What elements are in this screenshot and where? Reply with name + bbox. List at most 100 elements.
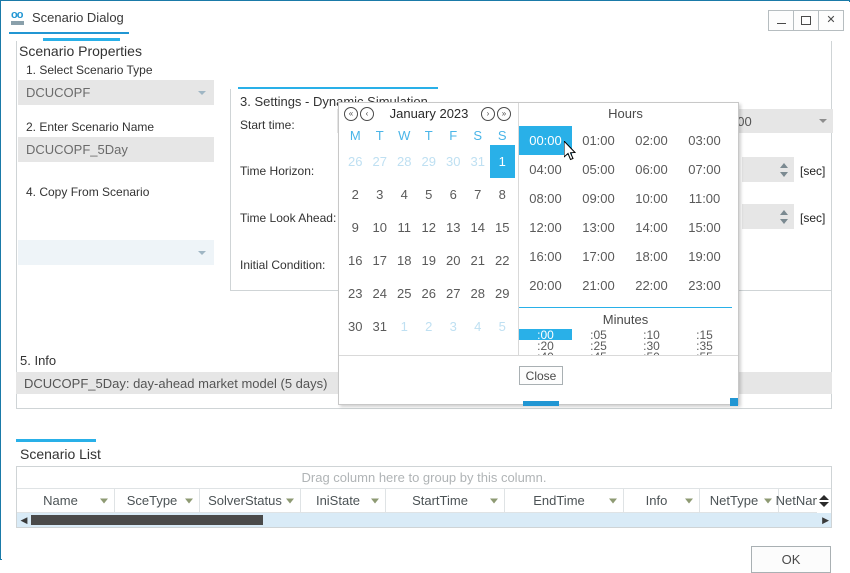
calendar-day[interactable]: 5 bbox=[417, 178, 442, 211]
hour-cell[interactable]: 18:00 bbox=[625, 242, 678, 271]
calendar-day[interactable]: 2 bbox=[417, 310, 442, 343]
calendar-day[interactable]: 12 bbox=[417, 211, 442, 244]
calendar-day[interactable]: 10 bbox=[368, 211, 393, 244]
calendar-day[interactable]: 25 bbox=[392, 277, 417, 310]
calendar-day[interactable]: 4 bbox=[466, 310, 491, 343]
next-month-button[interactable]: › bbox=[481, 107, 495, 121]
hour-cell[interactable]: 16:00 bbox=[519, 242, 572, 271]
hour-cell[interactable]: 13:00 bbox=[572, 213, 625, 242]
hour-cell[interactable]: 06:00 bbox=[625, 155, 678, 184]
calendar-day[interactable]: 1 bbox=[392, 310, 417, 343]
hour-cell[interactable]: 19:00 bbox=[678, 242, 731, 271]
calendar-day[interactable]: 31 bbox=[466, 145, 491, 178]
calendar-day[interactable]: 29 bbox=[417, 145, 442, 178]
hour-cell[interactable]: 12:00 bbox=[519, 213, 572, 242]
hour-cell[interactable]: 04:00 bbox=[519, 155, 572, 184]
scenario-type-select[interactable]: DCUCOPF bbox=[18, 80, 214, 105]
calendar-day[interactable]: 26 bbox=[343, 145, 368, 178]
calendar-day[interactable]: 17 bbox=[368, 244, 393, 277]
scroll-left-icon[interactable]: ◀ bbox=[17, 516, 31, 525]
calendar-day[interactable]: 5 bbox=[490, 310, 515, 343]
scenario-name-input[interactable]: DCUCOPF_5Day bbox=[18, 137, 214, 162]
calendar-day[interactable]: 26 bbox=[417, 277, 442, 310]
copy-from-scenario-select[interactable] bbox=[18, 240, 214, 265]
grid-column-header[interactable]: Info bbox=[624, 489, 700, 512]
hour-cell[interactable]: 02:00 bbox=[625, 126, 678, 155]
hour-cell[interactable]: 22:00 bbox=[625, 271, 678, 300]
hour-cell[interactable]: 03:00 bbox=[678, 126, 731, 155]
calendar-day[interactable]: 30 bbox=[441, 145, 466, 178]
calendar-day[interactable]: 19 bbox=[417, 244, 442, 277]
calendar-day[interactable]: 6 bbox=[441, 178, 466, 211]
hour-cell[interactable]: 08:00 bbox=[519, 184, 572, 213]
filter-icon[interactable] bbox=[490, 498, 498, 503]
hour-cell[interactable]: 05:00 bbox=[572, 155, 625, 184]
calendar-day[interactable]: 21 bbox=[466, 244, 491, 277]
calendar-day[interactable]: 11 bbox=[392, 211, 417, 244]
grid-row-height-control[interactable] bbox=[817, 489, 831, 513]
calendar-day[interactable]: 27 bbox=[368, 145, 393, 178]
close-button[interactable]: ✕ bbox=[818, 10, 844, 31]
time-look-ahead-stepper[interactable] bbox=[742, 204, 794, 229]
calendar-day-selected[interactable]: 1 bbox=[490, 145, 515, 178]
hour-cell[interactable]: 09:00 bbox=[572, 184, 625, 213]
calendar-day[interactable]: 20 bbox=[441, 244, 466, 277]
next-year-button[interactable]: » bbox=[497, 107, 511, 121]
minimize-button[interactable] bbox=[768, 10, 794, 31]
calendar-day[interactable]: 13 bbox=[441, 211, 466, 244]
hour-cell[interactable]: 14:00 bbox=[625, 213, 678, 242]
calendar-day[interactable]: 4 bbox=[392, 178, 417, 211]
calendar-day[interactable]: 3 bbox=[368, 178, 393, 211]
grid-column-header[interactable]: StartTime bbox=[386, 489, 505, 512]
grid-column-header[interactable]: IniState bbox=[301, 489, 386, 512]
filter-icon[interactable] bbox=[685, 498, 693, 503]
calendar-day[interactable]: 30 bbox=[343, 310, 368, 343]
grid-column-header[interactable]: NetType bbox=[700, 489, 779, 512]
scrollbar-thumb[interactable] bbox=[31, 515, 263, 525]
scroll-right-icon[interactable]: ▶ bbox=[822, 516, 829, 525]
hour-cell[interactable]: 20:00 bbox=[519, 271, 572, 300]
hour-cell[interactable]: 01:00 bbox=[572, 126, 625, 155]
time-horizon-stepper[interactable] bbox=[742, 157, 794, 182]
calendar-day[interactable]: 8 bbox=[490, 178, 515, 211]
calendar-day[interactable]: 28 bbox=[466, 277, 491, 310]
calendar-day[interactable]: 9 bbox=[343, 211, 368, 244]
calendar-day[interactable]: 15 bbox=[490, 211, 515, 244]
grid-horizontal-scrollbar[interactable]: ◀ ▶ bbox=[17, 513, 831, 527]
filter-icon[interactable] bbox=[100, 498, 108, 503]
hour-cell[interactable]: 07:00 bbox=[678, 155, 731, 184]
hour-cell[interactable]: 15:00 bbox=[678, 213, 731, 242]
maximize-button[interactable] bbox=[793, 10, 819, 31]
filter-icon[interactable] bbox=[185, 498, 193, 503]
hour-cell[interactable]: 17:00 bbox=[572, 242, 625, 271]
calendar-day[interactable]: 14 bbox=[466, 211, 491, 244]
hour-cell[interactable]: 10:00 bbox=[625, 184, 678, 213]
filter-icon[interactable] bbox=[286, 498, 294, 503]
calendar-day[interactable]: 2 bbox=[343, 178, 368, 211]
hour-cell[interactable]: 11:00 bbox=[678, 184, 731, 213]
grid-column-header[interactable]: Name bbox=[17, 489, 115, 512]
group-by-drop-area[interactable]: Drag column here to group by this column… bbox=[17, 467, 831, 489]
calendar-day[interactable]: 24 bbox=[368, 277, 393, 310]
calendar-day[interactable]: 28 bbox=[392, 145, 417, 178]
stepper-arrows[interactable] bbox=[778, 204, 790, 229]
stepper-arrows[interactable] bbox=[778, 157, 790, 182]
calendar-day[interactable]: 7 bbox=[466, 178, 491, 211]
calendar-day[interactable]: 18 bbox=[392, 244, 417, 277]
calendar-day[interactable]: 16 bbox=[343, 244, 368, 277]
grid-column-header[interactable]: EndTime bbox=[505, 489, 624, 512]
grid-column-header[interactable]: SceType bbox=[115, 489, 200, 512]
filter-icon[interactable] bbox=[371, 498, 379, 503]
calendar-day[interactable]: 22 bbox=[490, 244, 515, 277]
calendar-day[interactable]: 3 bbox=[441, 310, 466, 343]
popup-close-button[interactable]: Close bbox=[519, 366, 563, 385]
calendar-day[interactable]: 23 bbox=[343, 277, 368, 310]
hour-cell-selected[interactable]: 00:00 bbox=[519, 126, 572, 155]
filter-icon[interactable] bbox=[764, 498, 772, 503]
grid-column-header[interactable]: SolverStatus bbox=[200, 489, 301, 512]
end-time-dropdown-button[interactable] bbox=[813, 109, 833, 133]
hour-cell[interactable]: 23:00 bbox=[678, 271, 731, 300]
filter-icon[interactable] bbox=[609, 498, 617, 503]
calendar-day[interactable]: 27 bbox=[441, 277, 466, 310]
calendar-day[interactable]: 31 bbox=[368, 310, 393, 343]
